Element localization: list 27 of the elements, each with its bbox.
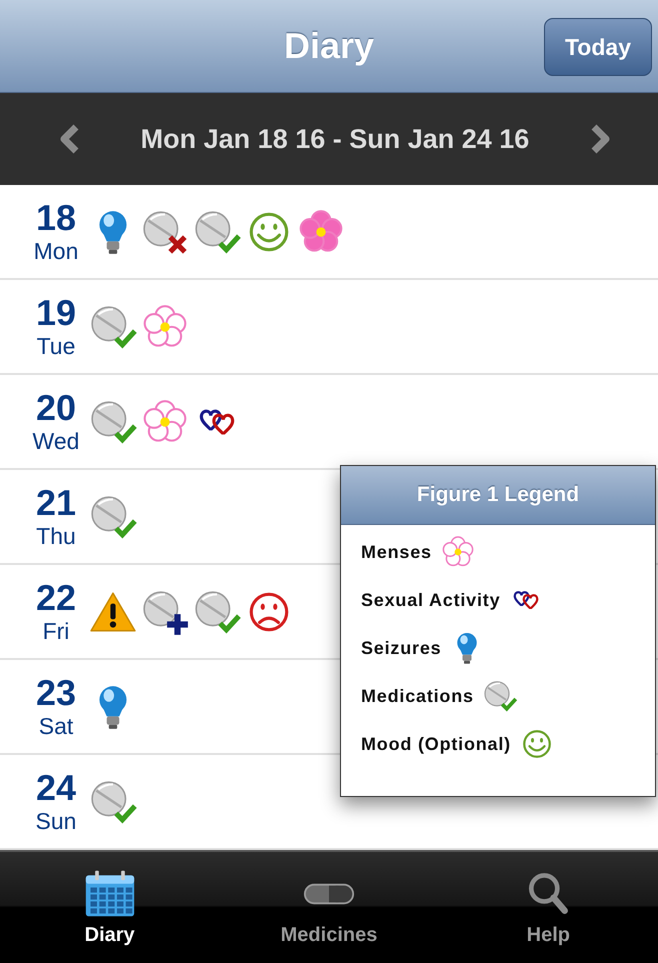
- tab[interactable]: Medicines: [219, 852, 439, 963]
- day-number: 20: [36, 390, 76, 426]
- day-number: 19: [36, 295, 76, 331]
- legend-label: Medications: [361, 686, 474, 706]
- tab[interactable]: Diary: [0, 852, 220, 963]
- legend-title: Figure 1 Legend: [416, 483, 580, 507]
- weekday: Mon: [34, 240, 78, 263]
- day-number: 21: [36, 485, 76, 521]
- day-number: 22: [36, 580, 76, 616]
- weekday: Tue: [36, 335, 76, 358]
- weekday: Fri: [42, 620, 70, 643]
- pill-check-icon: [482, 678, 518, 714]
- day-number: 18: [36, 200, 76, 236]
- weekday: Sat: [38, 715, 74, 738]
- tab[interactable]: Help: [438, 852, 658, 963]
- legend-label: Menses: [361, 542, 432, 562]
- day-number: 23: [36, 675, 76, 711]
- legend-label: Mood (Optional): [361, 734, 511, 754]
- screen-title: Diary: [284, 25, 374, 67]
- legend-label: Seizures: [361, 638, 442, 658]
- day-number: 24: [36, 770, 76, 806]
- weekday: Wed: [32, 430, 80, 453]
- week-range: Mon Jan 18 16 - Sun Jan 24 16: [140, 124, 530, 154]
- weekday: Thu: [36, 525, 76, 548]
- weekday: Sun: [36, 810, 76, 833]
- today-button[interactable]: Today: [544, 18, 652, 76]
- legend-label: Sexual Activity: [361, 590, 500, 610]
